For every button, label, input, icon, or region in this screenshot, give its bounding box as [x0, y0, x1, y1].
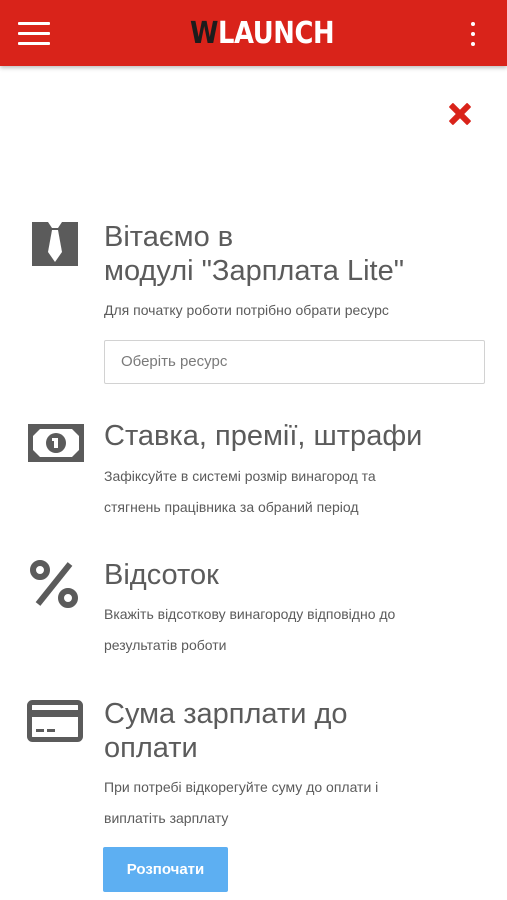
feature-percent-desc-line1: Вкажіть відсоткову винагороду відповідно… [104, 606, 396, 622]
feature-rate-desc-line2: стягнень працівника за обраний період [104, 499, 359, 515]
logo-text: LAUNCH [218, 16, 335, 51]
welcome-title-line1: Вітаємо в [104, 221, 234, 253]
feature-percent-desc-line2: результатів роботи [104, 637, 227, 653]
hamburger-icon[interactable] [18, 22, 50, 46]
feature-salary-desc-line2: виплатіть зарплату [104, 810, 229, 826]
feature-rate-desc-line1: Зафіксуйте в системі розмір винагород та [104, 468, 376, 484]
feature-rate-title: Ставка, премії, штрафи [104, 420, 423, 452]
feature-salary-desc-line1: При потребі відкорегуйте суму до оплати … [104, 779, 379, 795]
credit-card-icon [27, 700, 83, 742]
top-app-bar: WLAUNCH [0, 0, 507, 66]
welcome-subtitle: Для початку роботи потрібно обрати ресур… [104, 302, 389, 318]
feature-salary-title-line1: Сума зарплати до [104, 698, 348, 730]
logo-w: W [190, 16, 219, 51]
banknote-icon [28, 424, 84, 462]
feature-percent-title: Відсоток [104, 559, 219, 591]
start-button[interactable]: Розпочати [103, 847, 228, 892]
welcome-title-line2: модулі "Зарплата Lite" [104, 255, 405, 287]
close-icon[interactable] [447, 101, 473, 127]
kebab-icon[interactable] [468, 20, 478, 48]
tie-icon [32, 222, 78, 266]
app-logo: WLAUNCH [190, 14, 335, 54]
feature-salary-title-line2: оплати [104, 732, 198, 764]
percent-icon [30, 560, 78, 608]
resource-select[interactable]: Оберіть ресурс [104, 340, 485, 384]
